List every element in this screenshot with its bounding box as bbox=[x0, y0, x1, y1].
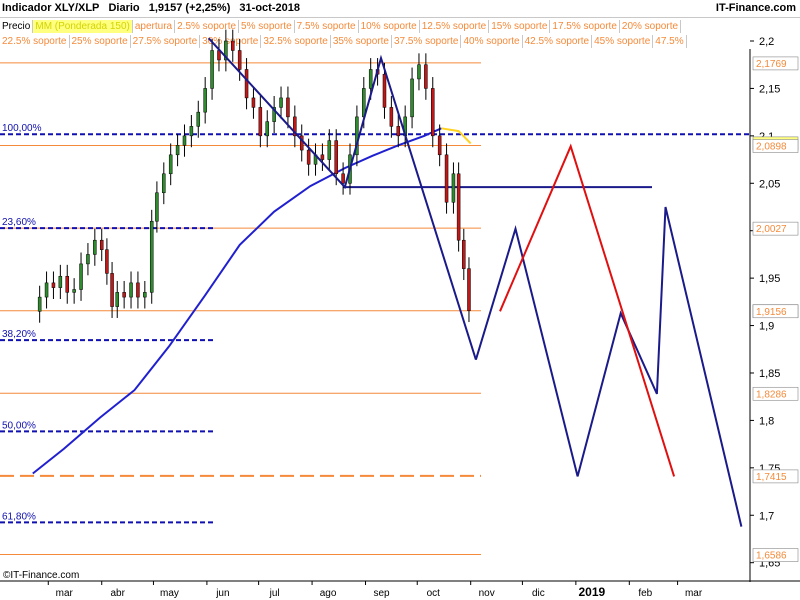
candle-body bbox=[258, 107, 263, 137]
x-tick-label: abr bbox=[110, 588, 125, 599]
candle-body bbox=[231, 40, 235, 51]
y-tick-label: 1,8 bbox=[759, 415, 774, 427]
candle-body bbox=[410, 78, 414, 118]
x-tick-label: 2019 bbox=[579, 585, 606, 599]
y-axis-panel bbox=[750, 49, 800, 600]
price-label: 1,9156 bbox=[756, 307, 787, 318]
candle-body bbox=[189, 126, 194, 137]
candle-body bbox=[396, 126, 401, 137]
y-tick-label: 1,7 bbox=[759, 510, 774, 522]
candle-body bbox=[196, 111, 201, 127]
x-tick-label: sep bbox=[373, 588, 390, 599]
price-label: 1,6586 bbox=[756, 551, 787, 562]
candle-body bbox=[105, 249, 109, 274]
x-tick-label: nov bbox=[479, 588, 495, 599]
candle-body bbox=[129, 282, 133, 298]
candle-body bbox=[182, 135, 187, 146]
x-tick-label: dic bbox=[532, 588, 545, 599]
candle-body bbox=[341, 173, 345, 184]
candle-body bbox=[175, 145, 180, 156]
fib-level-label: 100,00% bbox=[2, 123, 42, 134]
candle-body bbox=[444, 154, 449, 203]
candle-body bbox=[136, 282, 140, 298]
x-tick-label: mar bbox=[56, 588, 74, 599]
fib-level-label: 23,60% bbox=[2, 217, 36, 228]
moving-average-line bbox=[32, 127, 442, 475]
candle-body bbox=[162, 173, 166, 194]
candle-body bbox=[437, 135, 442, 156]
candle-body bbox=[44, 282, 49, 298]
candle-body bbox=[37, 296, 42, 312]
price-label: 2,1769 bbox=[756, 59, 787, 70]
candle-body bbox=[389, 107, 394, 127]
chart-plot[interactable]: 1,651,71,751,81,851,91,9522,052,12,152,2… bbox=[0, 0, 800, 600]
moving-average-projection bbox=[441, 127, 472, 145]
candle-body bbox=[65, 275, 69, 293]
y-tick-label: 2,05 bbox=[759, 178, 780, 190]
candle-body bbox=[251, 97, 256, 108]
candle-body bbox=[286, 97, 290, 118]
candle-body bbox=[237, 50, 242, 70]
candle-body bbox=[203, 88, 207, 113]
fib-level-label: 50,00% bbox=[2, 420, 36, 431]
candle-body bbox=[210, 50, 214, 89]
head-shoulders-pattern bbox=[207, 37, 477, 361]
candle-body bbox=[320, 154, 325, 160]
price-label: 1,7415 bbox=[756, 472, 787, 483]
candle-body bbox=[58, 275, 63, 288]
fib-level-label: 38,20% bbox=[2, 329, 36, 340]
candle-body bbox=[467, 268, 471, 311]
candle-body bbox=[155, 192, 159, 222]
candle-body bbox=[431, 88, 435, 137]
candle-body bbox=[122, 292, 126, 298]
y-tick-label: 1,95 bbox=[759, 273, 780, 285]
candle-body bbox=[424, 64, 428, 89]
y-tick-label: 1,85 bbox=[759, 368, 780, 380]
candle-body bbox=[334, 140, 338, 175]
price-label: 1,8286 bbox=[756, 389, 787, 400]
candle-body bbox=[168, 154, 173, 175]
candle-body bbox=[265, 121, 269, 137]
price-label: 2,0898 bbox=[756, 142, 787, 153]
candle-body bbox=[368, 69, 373, 89]
projection-red bbox=[499, 143, 676, 477]
y-tick-label: 2,2 bbox=[759, 36, 774, 48]
candle-body bbox=[143, 292, 147, 298]
candle-body bbox=[244, 69, 249, 99]
candle-body bbox=[99, 239, 104, 250]
candle-body bbox=[279, 97, 283, 108]
candle-body bbox=[79, 263, 83, 290]
x-tick-label: oct bbox=[427, 588, 441, 599]
candle-body bbox=[72, 289, 76, 293]
chart-window: Indicador XLY/XLP Diario 1,9157 (+2,25%)… bbox=[0, 0, 800, 600]
x-tick-label: feb bbox=[638, 588, 652, 599]
candle-body bbox=[456, 173, 461, 241]
candle-body bbox=[417, 64, 421, 80]
candle-body bbox=[51, 282, 56, 288]
y-tick-label: 1,9 bbox=[759, 321, 774, 333]
x-tick-label: ago bbox=[320, 588, 337, 599]
x-tick-label: may bbox=[160, 588, 179, 599]
candle-body bbox=[86, 254, 90, 265]
x-tick-label: jul bbox=[269, 588, 280, 599]
x-tick-label: mar bbox=[685, 588, 703, 599]
candle-body bbox=[462, 239, 466, 269]
candle-body bbox=[382, 73, 387, 108]
candle-body bbox=[110, 273, 114, 307]
candle-body bbox=[115, 292, 119, 307]
x-tick-label: jun bbox=[215, 588, 229, 599]
fib-level-label: 61,80% bbox=[2, 511, 36, 522]
projection-blue bbox=[474, 206, 743, 527]
candle-body bbox=[451, 173, 456, 203]
candle-body bbox=[93, 239, 97, 255]
price-label: 2,0027 bbox=[756, 224, 787, 235]
candle-body bbox=[306, 149, 311, 165]
candle-body bbox=[149, 220, 154, 293]
y-tick-label: 2,15 bbox=[759, 83, 780, 95]
copyright-text: ©IT-Finance.com bbox=[3, 570, 79, 581]
candle-body bbox=[327, 140, 332, 160]
